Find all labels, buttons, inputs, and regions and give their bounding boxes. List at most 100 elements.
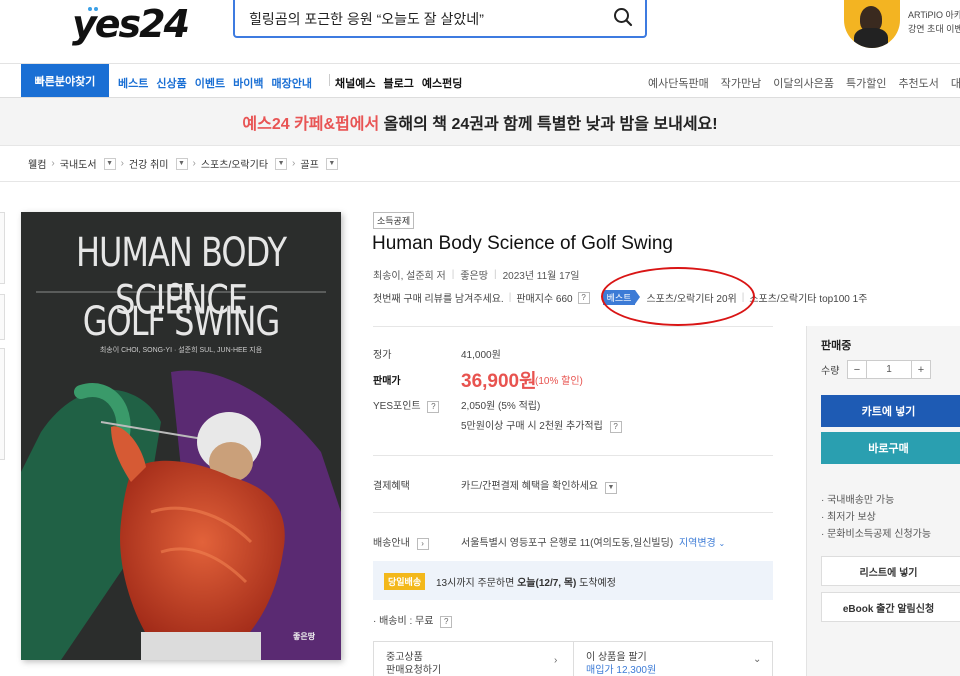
nav-blog[interactable]: 블로그 (383, 75, 413, 91)
used-request-subtitle[interactable]: 판매요청하기 (386, 661, 441, 676)
author-link[interactable]: 최송이, 설준희 저 (373, 267, 446, 282)
nav-store[interactable]: 매장안내 (272, 75, 312, 91)
breadcrumb-sports[interactable]: 스포츠/오락기타 (201, 156, 268, 171)
nav-channel-yes[interactable]: 채널예스 (335, 75, 375, 91)
benefits-label: 결제혜택 (373, 481, 410, 492)
thumbnail-edge[interactable] (0, 294, 5, 340)
help-icon[interactable]: ? (609, 421, 622, 433)
meta-separator: | (493, 269, 497, 280)
nav-gifts[interactable]: 이달의사은품 (773, 75, 834, 91)
change-region-link[interactable]: 지역변경 (679, 538, 716, 549)
buy-now-button[interactable]: 바로구매 (821, 432, 960, 464)
publisher-link[interactable]: 좋은땅 (460, 267, 488, 282)
site-logo[interactable]: yes24 (72, 2, 190, 46)
nav-discount[interactable]: 특가할인 (846, 75, 886, 91)
shipping-address-text: 서울특별시 영등포구 은행로 11(여의도동,일신빌딩) (461, 538, 674, 549)
note-domestic-only: · 국내배송만 가능 (821, 495, 895, 506)
cover-authors: 최송이 CHOI, SONG-YI · 설준희 SUL, JUN-HEE 지음 (99, 347, 263, 354)
shipping-label-text: 배송안내 (373, 538, 410, 549)
review-prompt-link[interactable]: 첫번째 구매 리뷰를 남겨주세요. (373, 290, 504, 305)
shipping-fee: · 배송비 : 무료 ? (373, 612, 453, 628)
points-extra: 5만원이상 구매 시 2천원 추가적립 ? (461, 417, 622, 433)
banner-divider (0, 145, 960, 146)
used-goods-divider (573, 641, 574, 676)
top100-rank-link[interactable]: 스포츠/오락기타 top100 1주 (749, 290, 867, 305)
ad-avatar-image[interactable] (844, 0, 900, 48)
shipping-label: 배송안내 › (373, 534, 429, 550)
chevron-down-icon[interactable]: ⌄ (753, 654, 761, 665)
today-text-date: 오늘(12/7, 목) (517, 578, 577, 589)
quantity-plus-button[interactable]: + (912, 361, 930, 378)
help-icon[interactable]: ? (577, 291, 590, 304)
cover-publisher: 좋은땅 (293, 632, 316, 641)
nav-exclusive[interactable]: 예사단독판매 (648, 75, 709, 91)
thumbnail-edge[interactable] (0, 348, 5, 460)
sale-status: 판매중 (821, 340, 852, 352)
note-lowest-price: · 최저가 보상 (821, 512, 876, 523)
ad-title[interactable]: ARTiPIO 아카 (908, 8, 960, 21)
nav-author-meet[interactable]: 작가만남 (721, 75, 761, 91)
benefits-dropdown[interactable]: 카드/간편결제 혜택을 확인하세요 ▼ (461, 477, 617, 494)
chevron-right-icon[interactable]: › (416, 538, 429, 550)
chevron-right-icon: › (120, 158, 124, 169)
help-icon[interactable]: ? (440, 616, 453, 628)
chevron-right-icon: › (192, 158, 196, 169)
quantity-minus-button[interactable]: − (848, 361, 866, 378)
nav-best[interactable]: 베스트 (118, 75, 148, 91)
chevron-down-icon[interactable]: ▼ (325, 157, 338, 170)
section-divider (373, 512, 773, 513)
nav-main-menu: 베스트 신상품 이벤트 바이백 매장안내 (118, 75, 312, 91)
breadcrumb-divider (0, 181, 960, 182)
red-circle-annotation (601, 267, 755, 326)
points-label-text: YES포인트 (373, 401, 421, 412)
search-input[interactable]: 힐링곰의 포근한 응원 “오늘도 잘 살았네” (233, 0, 647, 38)
meta-separator: | (451, 269, 455, 280)
nav-recommend[interactable]: 추천도서 (898, 75, 938, 91)
add-to-cart-button[interactable]: 카트에 넣기 (821, 395, 960, 427)
breadcrumb-domestic[interactable]: 국내도서 (60, 156, 97, 171)
benefits-text[interactable]: 카드/간편결제 혜택을 확인하세요 (461, 481, 598, 492)
promo-banner[interactable]: 예스24 카페&펍에서 올해의 책 24권과 함께 특별한 낮과 밤을 보내세요… (0, 98, 960, 145)
chevron-right-icon: › (51, 158, 55, 169)
sale-price-label: 판매가 (373, 376, 401, 387)
breadcrumb-golf[interactable]: 골프 (300, 156, 318, 171)
chevron-down-icon[interactable]: ▼ (103, 157, 116, 170)
nav-bulk[interactable]: 대량구 (951, 75, 960, 91)
chevron-right-icon[interactable]: › (554, 655, 557, 666)
breadcrumb-health-hobby[interactable]: 건강 취미 (129, 156, 169, 171)
shipping-address: 서울특별시 영등포구 은행로 11(여의도동,일신빌딩) 지역변경 ⌄ (461, 534, 725, 549)
today-delivery-text: 13시까지 주문하면 오늘(12/7, 목) 도착예정 (436, 574, 616, 589)
ad-subtitle[interactable]: 강연 초대 이벤 (908, 22, 960, 35)
quantity-stepper[interactable]: − 1 + (847, 360, 931, 379)
note-culture-deduction: · 문화비소득공제 신청가능 (821, 529, 932, 540)
banner-text: 올해의 책 24권과 함께 특별한 낮과 밤을 보내세요! (379, 115, 718, 133)
nav-funding[interactable]: 예스펀딩 (422, 75, 462, 91)
points-extra-text: 5만원이상 구매 시 2천원 추가적립 (461, 421, 603, 432)
nav-divider-top (0, 63, 960, 64)
chevron-down-icon[interactable]: ▼ (175, 157, 188, 170)
add-to-wishlist-button[interactable]: 리스트에 넣기 (821, 556, 960, 586)
thumbnail-edge[interactable] (0, 212, 5, 284)
tax-deduction-tag: 소득공제 (373, 212, 415, 229)
buyback-price[interactable]: 매입가 12,300원 (586, 661, 656, 676)
breadcrumb-home[interactable]: 웰컴 (28, 156, 46, 171)
nav-buyback[interactable]: 바이백 (233, 75, 263, 91)
quick-category-button[interactable]: 빠른분야찾기 (21, 64, 109, 97)
nav-event[interactable]: 이벤트 (195, 75, 225, 91)
discount-rate: (10% 할인) (535, 376, 583, 387)
sales-index: 판매지수 660 (516, 294, 573, 305)
chevron-down-icon[interactable]: ⌄ (719, 539, 726, 548)
quantity-label: 수량 (821, 366, 840, 377)
help-icon[interactable]: ? (427, 401, 440, 413)
book-cover[interactable]: HUMAN BODY SCIENCE OF GOLF SWING 최송이 CHO… (21, 212, 341, 660)
today-delivery-badge: 당일배송 (384, 573, 426, 590)
nav-new[interactable]: 신상품 (156, 75, 186, 91)
chevron-down-icon[interactable]: ▼ (604, 482, 617, 494)
shipping-fee-text: · 배송비 : 무료 (373, 616, 434, 627)
quantity-input[interactable]: 1 (866, 361, 912, 378)
chevron-down-icon[interactable]: ▼ (275, 157, 288, 170)
list-price-label: 정가 (373, 350, 392, 361)
search-query[interactable]: 힐링곰의 포근한 응원 “오늘도 잘 살았네” (249, 9, 484, 29)
ebook-alert-button[interactable]: eBook 출간 알림신청 (821, 592, 960, 622)
search-icon[interactable] (613, 7, 633, 27)
